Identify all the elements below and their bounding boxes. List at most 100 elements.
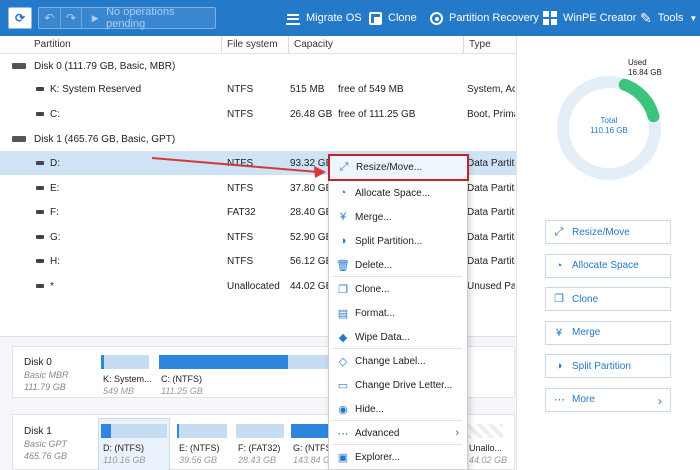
menu-item-delete[interactable]: 🗑 Delete... bbox=[329, 253, 467, 277]
menu-item-wipe-data[interactable]: ◆ Wipe Data... bbox=[329, 325, 467, 349]
winpe-creator-button[interactable]: WinPE Creator bbox=[543, 9, 636, 27]
chevron-right-icon: › bbox=[658, 393, 662, 408]
partition-segment[interactable] bbox=[177, 424, 227, 438]
partition-segment-label: C: (NTFS) bbox=[161, 374, 202, 384]
split-partition-icon: ◑ bbox=[339, 235, 347, 247]
disk-0-row[interactable]: Disk 0 (111.79 GB, Basic, MBR) bbox=[0, 54, 516, 78]
partition-type: Data Partition bbox=[467, 182, 515, 194]
partition-capacity: 93.32 GB bbox=[290, 158, 333, 169]
partition-capacity: 515 MB bbox=[290, 84, 325, 95]
action-label: Allocate Space bbox=[572, 260, 639, 271]
partition-capacity: 37.80 GB bbox=[290, 182, 333, 194]
redo-button[interactable]: ↷ bbox=[61, 8, 83, 28]
disk-0-map-type: Basic MBR bbox=[24, 370, 69, 380]
disk-0-map-size: 111.79 GB bbox=[24, 382, 66, 392]
partition-type: Unused Partition bbox=[467, 280, 515, 292]
partition-name: * bbox=[50, 280, 54, 292]
clone-label: Clone bbox=[388, 12, 417, 24]
disk-0-map-name: Disk 0 bbox=[24, 357, 52, 368]
col-capacity[interactable]: Capacity bbox=[294, 39, 333, 50]
apply-icon[interactable]: ▶ bbox=[88, 13, 102, 24]
clone-toolbar-button[interactable]: Clone bbox=[369, 9, 417, 27]
partition-used-fill bbox=[177, 424, 179, 438]
partition-free: free of 549 MB bbox=[338, 84, 404, 95]
partition-icon bbox=[36, 234, 44, 239]
action-label: Clone bbox=[572, 293, 599, 305]
undo-button[interactable]: ↶ bbox=[39, 8, 61, 28]
menu-item-label: Advanced bbox=[355, 427, 400, 439]
menu-item-label: Resize/Move... bbox=[356, 162, 423, 173]
partition-segment[interactable] bbox=[467, 424, 503, 438]
partition-segment-size: 111.25 GB bbox=[161, 386, 203, 396]
menu-item-split-partition[interactable]: ◑ Split Partition... bbox=[329, 229, 467, 253]
menu-item-change-drive-letter[interactable]: ▭ Change Drive Letter... bbox=[329, 373, 467, 397]
menu-item-label: Explorer... bbox=[355, 451, 401, 463]
tools-button[interactable]: ✎ Tools ▼ bbox=[640, 9, 697, 27]
action-label: Split Partition bbox=[572, 360, 631, 372]
menu-item-advanced[interactable]: ⋯ Advanced › bbox=[329, 421, 467, 445]
partition-name: G: bbox=[50, 231, 61, 243]
eye-icon: ◉ bbox=[338, 403, 348, 416]
partition-recovery-label: Partition Recovery bbox=[449, 12, 539, 24]
partition-filesystem: NTFS bbox=[227, 231, 254, 243]
partition-filesystem: NTFS bbox=[227, 84, 254, 95]
partition-used-fill bbox=[101, 424, 111, 438]
partition-segment-label: D: (NTFS) bbox=[103, 443, 144, 453]
partition-type: Data Partition bbox=[467, 231, 515, 243]
menu-item-merge[interactable]: ¥ Merge... bbox=[329, 205, 467, 229]
total-title: Total bbox=[600, 116, 618, 125]
disk-1-row[interactable]: Disk 1 (465.76 GB, Basic, GPT) bbox=[0, 127, 516, 151]
partition-name: F: bbox=[50, 207, 59, 218]
menu-item-resize-move[interactable]: ⤢ Resize/Move... bbox=[328, 154, 469, 181]
partition-segment[interactable] bbox=[101, 424, 167, 438]
clone-button[interactable]: ❐ Clone bbox=[545, 287, 671, 311]
partition-segment-size: 28.43 GB bbox=[238, 455, 277, 465]
menu-item-label: Merge... bbox=[355, 211, 392, 223]
more-icon: ⋯ bbox=[554, 393, 565, 406]
col-type[interactable]: Type bbox=[469, 39, 491, 50]
more-button[interactable]: ⋯ More › bbox=[545, 387, 671, 412]
partition-segment-size: 110.16 GB bbox=[103, 455, 146, 465]
menu-item-label: Clone... bbox=[355, 283, 390, 295]
partition-name: E: bbox=[50, 182, 60, 194]
ellipsis-icon: ⋯ bbox=[337, 427, 349, 440]
menu-item-explorer[interactable]: ▣ Explorer... bbox=[329, 445, 467, 469]
menu-item-hide[interactable]: ◉ Hide... bbox=[329, 397, 467, 421]
clone-icon: ❐ bbox=[338, 283, 348, 296]
partition-segment[interactable] bbox=[101, 355, 149, 369]
partition-row[interactable]: C: NTFS 26.48 GB free of 111.25 GB Boot, Pri… bbox=[0, 102, 516, 126]
total-label: Total 110.16 GB bbox=[553, 116, 665, 136]
explorer-icon: ▣ bbox=[337, 451, 349, 464]
tools-icon: ✎ bbox=[640, 10, 652, 26]
partition-name: H: bbox=[50, 256, 60, 267]
menu-item-label: Format... bbox=[355, 307, 396, 319]
drive-letter-icon: ▭ bbox=[337, 379, 349, 392]
disk-icon bbox=[12, 63, 26, 69]
menu-item-allocate-space[interactable]: ◔ Allocate Space... bbox=[329, 181, 467, 205]
menu-item-clone[interactable]: ❐ Clone... bbox=[329, 277, 467, 301]
resize-move-button[interactable]: ⤢ Resize/Move bbox=[545, 220, 671, 244]
partition-name: C: bbox=[50, 108, 60, 120]
menu-item-label: Hide... bbox=[355, 403, 384, 415]
partition-row[interactable]: K: System Reserved NTFS 515 MB free of 549 … bbox=[0, 77, 516, 101]
partition-table-header: Partition File system Capacity Type bbox=[0, 36, 516, 54]
partition-icon bbox=[36, 185, 44, 190]
menu-item-change-label[interactable]: ◇ Change Label... bbox=[329, 349, 467, 373]
col-filesystem[interactable]: File system bbox=[227, 39, 278, 50]
partition-capacity: 52.90 GB bbox=[290, 231, 333, 243]
split-partition-button[interactable]: ◑ Split Partition bbox=[545, 354, 671, 378]
migrate-os-button[interactable]: Migrate OS bbox=[286, 9, 362, 27]
tag-icon: ◇ bbox=[338, 355, 348, 368]
disk-1-map-size: 465.76 GB bbox=[24, 451, 68, 461]
merge-button[interactable]: ¥ Merge bbox=[545, 320, 671, 345]
partition-segment-size: 44.02 GB bbox=[469, 455, 508, 465]
allocate-space-button[interactable]: ◔ Allocate Space bbox=[545, 253, 671, 278]
partition-filesystem: FAT32 bbox=[227, 207, 256, 218]
refresh-button[interactable]: ⟳ bbox=[8, 7, 32, 29]
menu-item-label: Wipe Data... bbox=[355, 331, 411, 343]
partition-recovery-button[interactable]: Partition Recovery bbox=[430, 9, 539, 27]
partition-segment[interactable] bbox=[236, 424, 284, 438]
col-partition[interactable]: Partition bbox=[34, 39, 71, 50]
partition-segment[interactable] bbox=[159, 355, 329, 369]
menu-item-format[interactable]: ▤ Format... bbox=[329, 301, 467, 325]
